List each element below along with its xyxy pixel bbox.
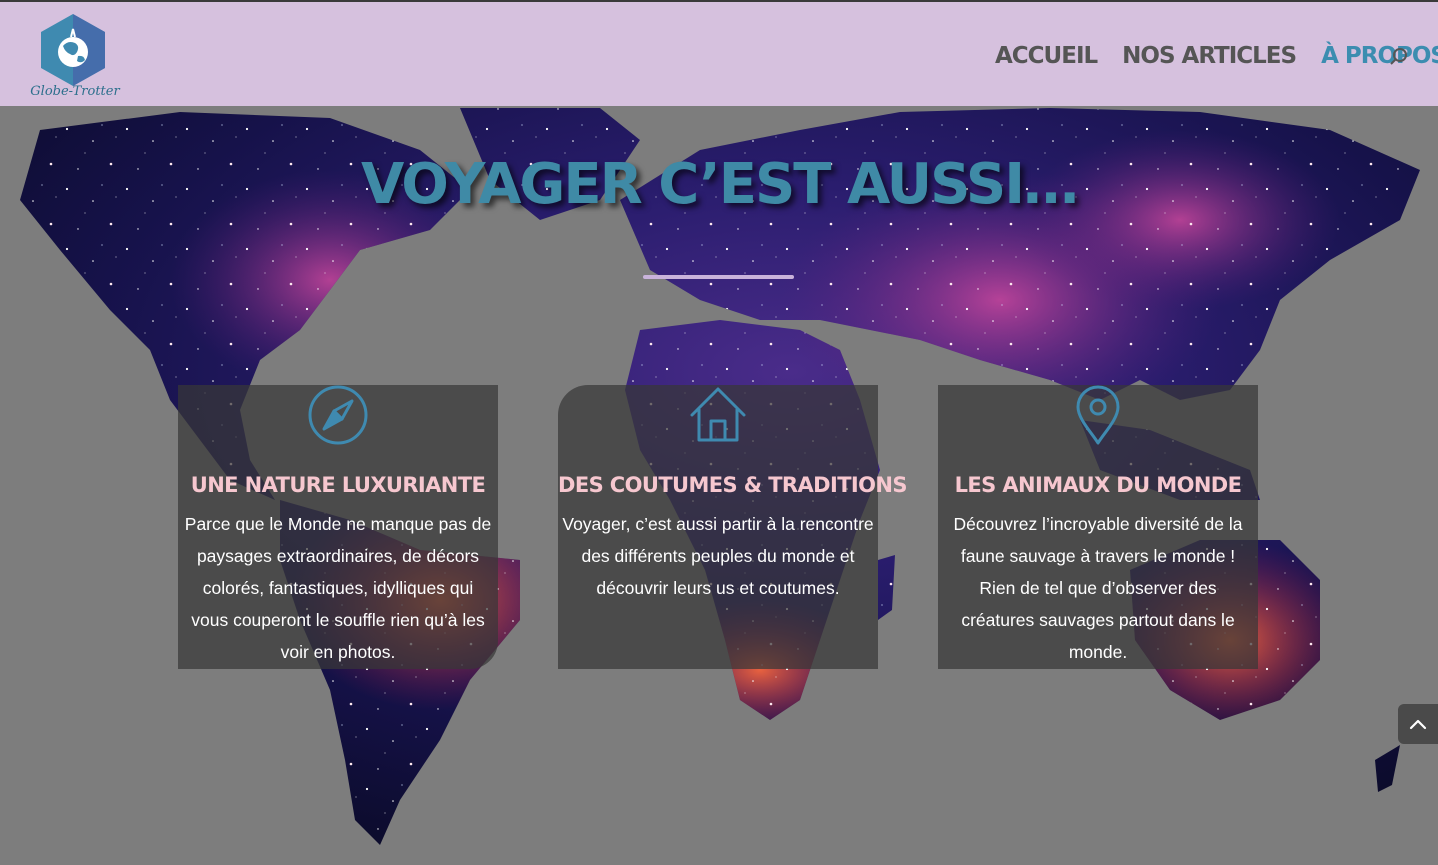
site-header: Globe-Trotter ACCUEIL NOS ARTICLES À PRO… <box>0 2 1438 106</box>
chevron-up-icon <box>1409 719 1427 730</box>
globe-logo-icon <box>41 14 105 86</box>
card-text: Voyager, c’est aussi partir à la rencont… <box>562 514 874 598</box>
nav-item-accueil[interactable]: ACCUEIL <box>995 43 1098 69</box>
compass-icon <box>308 385 368 445</box>
search-icon <box>1390 48 1407 65</box>
feature-card-nature: UNE NATURE LUXURIANTE Parce que le Monde… <box>178 385 498 669</box>
home-icon <box>690 387 746 442</box>
card-title: UNE NATURE LUXURIANTE <box>190 473 486 497</box>
hero-divider <box>643 275 794 279</box>
nav-item-nos-articles[interactable]: NOS ARTICLES <box>1122 43 1297 69</box>
logo-text: Globe-Trotter <box>30 84 120 99</box>
card-title: LES ANIMAUX DU MONDE <box>954 473 1242 497</box>
main-nav: ACCUEIL NOS ARTICLES À PROPOS <box>995 38 1438 74</box>
hero-title: VOYAGER C’EST AUSSI… <box>360 152 1079 217</box>
site-logo[interactable]: Globe-Trotter <box>30 10 120 104</box>
search-button[interactable] <box>1388 46 1410 68</box>
card-text: Découvrez l’incroyable diversité de la f… <box>953 514 1243 662</box>
card-title: DES COUTUMES & TRADITIONS <box>558 473 908 497</box>
nav-item-a-propos[interactable]: À PROPOS <box>1321 43 1438 69</box>
map-pin-icon <box>1076 385 1120 445</box>
feature-card-animals: LES ANIMAUX DU MONDE Découvrez l’incroya… <box>938 385 1258 669</box>
feature-card-traditions: DES COUTUMES & TRADITIONS Voyager, c’est… <box>558 385 908 669</box>
scroll-to-top-button[interactable] <box>1398 704 1438 744</box>
card-text: Parce que le Monde ne manque pas de pays… <box>184 514 492 662</box>
